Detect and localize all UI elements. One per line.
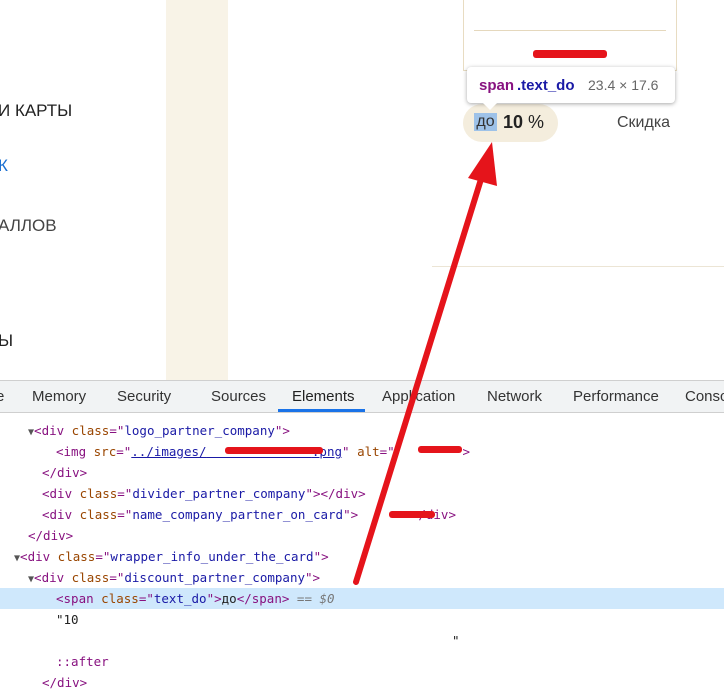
dom-line-logo[interactable]: ▼<div class="logo_partner_company">: [0, 420, 724, 441]
redaction-mark: [389, 511, 435, 518]
tab-memory[interactable]: Memory: [32, 381, 86, 412]
discount-number: 10: [503, 112, 524, 132]
nav-item-link[interactable]: К: [0, 156, 8, 176]
redaction-mark: [418, 446, 462, 453]
text-do-highlight: до: [474, 113, 497, 131]
dom-line-text-do-selected[interactable]: <span class="text_do">до</span> == $0: [0, 588, 724, 609]
dom-line-close-div-2[interactable]: </div>: [0, 525, 724, 546]
devtools-panel: e Memory Security Sources Elements Appli…: [0, 380, 724, 699]
active-tab-indicator: [278, 409, 365, 412]
discount-unit: %: [528, 112, 545, 132]
dom-line-wrapper[interactable]: ▼<div class="wrapper_info_under_the_card…: [0, 546, 724, 567]
nav-item-last[interactable]: Ы: [0, 331, 13, 351]
devtools-tabbar: e Memory Security Sources Elements Appli…: [0, 381, 724, 413]
text-do: до: [476, 113, 495, 130]
discount-value: 10 %: [503, 112, 544, 133]
inspect-tooltip: span .text_do 23.4 × 17.6: [467, 67, 675, 110]
tab-elements[interactable]: Elements: [292, 381, 355, 412]
tab-performance[interactable]: Performance: [573, 381, 659, 412]
redaction-mark: [533, 50, 607, 58]
tab-security[interactable]: Security: [117, 381, 171, 412]
discount-label: Скидка: [617, 114, 671, 131]
redaction-mark: [225, 447, 323, 454]
partner-card[interactable]: [463, 0, 677, 71]
tab-network[interactable]: Network: [487, 381, 542, 412]
nav-item-cards[interactable]: И КАРТЫ: [0, 101, 72, 121]
dom-line-quote[interactable]: ": [0, 630, 724, 651]
tab-console[interactable]: Consc: [685, 381, 724, 412]
beige-column: [166, 0, 228, 380]
elements-tree: ▼<div class="logo_partner_company"> <img…: [0, 413, 724, 699]
tooltip-tag: span: [479, 77, 515, 94]
tooltip-dimensions: 23.4 × 17.6: [588, 77, 659, 93]
tooltip-class: .text_do: [517, 77, 575, 94]
tooltip-pointer: [483, 103, 497, 110]
divider-line: [432, 266, 724, 267]
dom-line-discount[interactable]: ▼<div class="discount_partner_company">: [0, 567, 724, 588]
tab-sources[interactable]: Sources: [211, 381, 266, 412]
dom-line-close-div-3[interactable]: </div>: [0, 672, 724, 693]
dom-line-img[interactable]: <img src="../images/ .png" alt=" ">: [0, 441, 724, 462]
dom-line-close-div[interactable]: </div>: [0, 462, 724, 483]
page-viewport: И КАРТЫ К АЛЛОВ Ы до 10 % Скидка span .t…: [0, 0, 724, 380]
card-divider: [474, 30, 666, 31]
tab-partial[interactable]: e: [0, 381, 4, 412]
dom-line-text-10[interactable]: "10: [0, 609, 724, 630]
dom-line-divider[interactable]: <div class="divider_partner_company"></d…: [0, 483, 724, 504]
dom-line-after[interactable]: ::after: [0, 651, 724, 672]
nav-item-points[interactable]: АЛЛОВ: [0, 216, 57, 236]
dom-line-name-company[interactable]: <div class="name_company_partner_on_card…: [0, 504, 724, 525]
tab-application[interactable]: Application: [382, 381, 455, 412]
